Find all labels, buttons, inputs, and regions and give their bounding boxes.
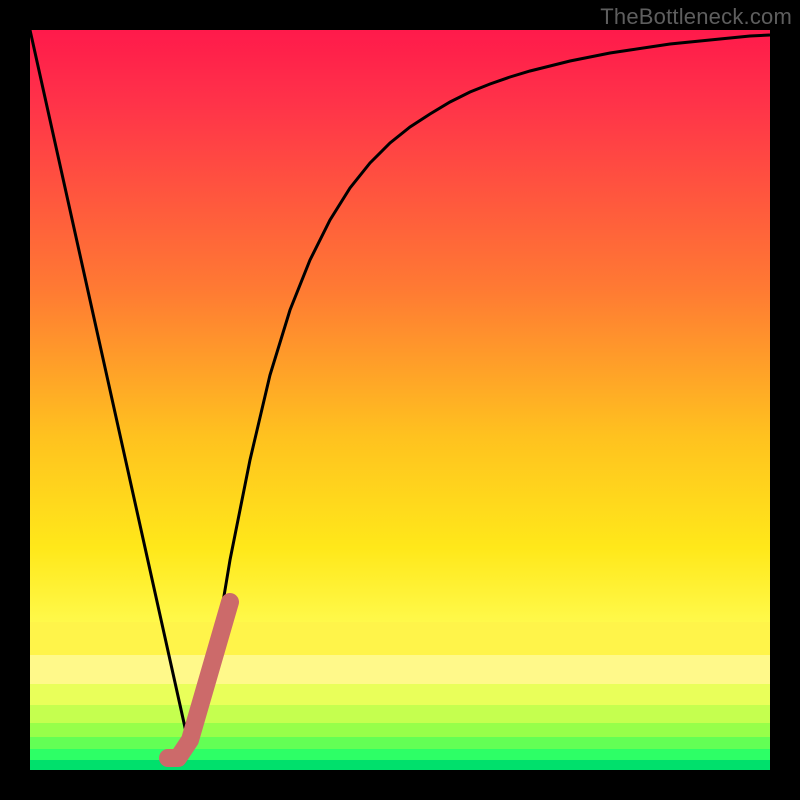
watermark-text: TheBottleneck.com: [600, 4, 792, 30]
plot-area: [30, 30, 770, 770]
curve-layer: [30, 30, 770, 770]
optimal-range-highlight: [168, 602, 230, 758]
bottleneck-curve: [30, 30, 770, 750]
chart-frame: TheBottleneck.com: [0, 0, 800, 800]
